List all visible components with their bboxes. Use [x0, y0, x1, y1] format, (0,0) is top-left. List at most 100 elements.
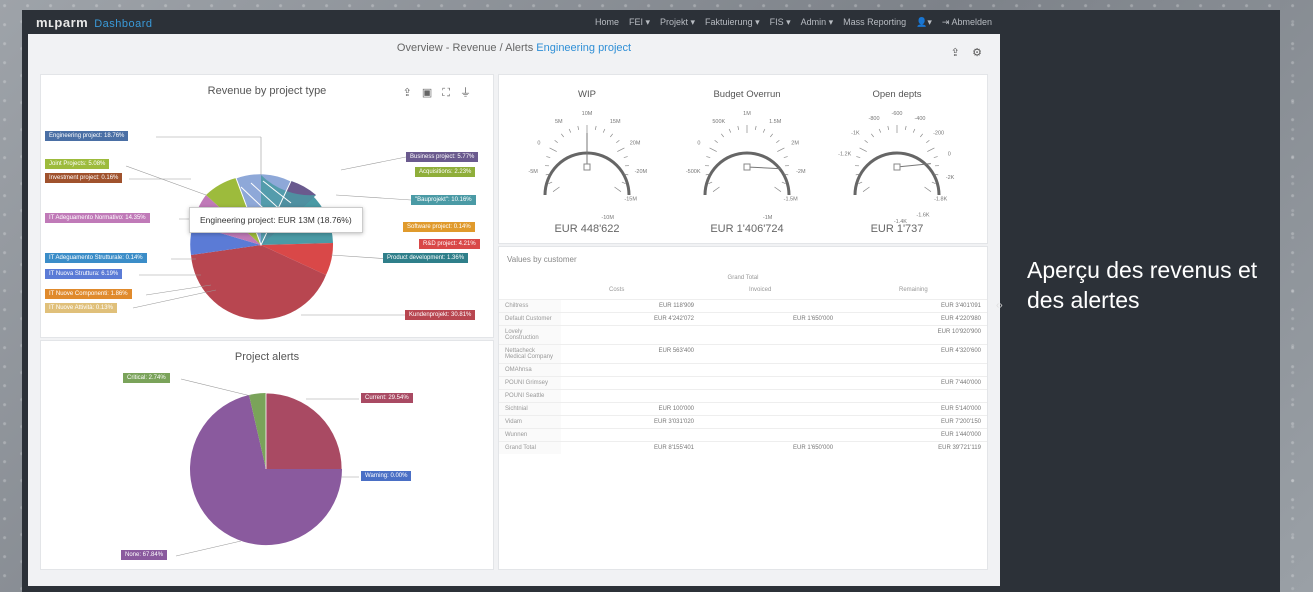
gauge-tick-label: -1.2K [838, 152, 851, 158]
table-row[interactable]: Default Customer EUR 4'242'072 EUR 1'650'0… [499, 312, 987, 326]
pie-label: IT Nuova Struttura: 6.19% [45, 269, 123, 279]
col-header-costs: Costs [609, 287, 625, 293]
pie-label: Joint Projects: 5.08% [45, 159, 110, 169]
nav-item[interactable]: ⇥ Abmelden [942, 17, 992, 28]
pie-label: Current: 29.54% [361, 393, 413, 403]
table-row[interactable]: Lovely Construction EUR 10'920'900 [499, 325, 987, 345]
table-cell-costs: EUR 3'031'020 [561, 415, 701, 429]
revenue-pie[interactable] [190, 173, 334, 320]
pie-label: IT Adeguamento Normativo: 14.35% [45, 213, 150, 223]
table-cell-costs: EUR 118'909 [561, 299, 701, 313]
header-actions: ⇪ ⚙ [951, 46, 982, 59]
values-table-title: Values by customer [507, 255, 577, 264]
top-navbar: mʟparm Dashboard Home FEI ▾ Projekt ▾ Faktui… [28, 12, 1000, 34]
table-cell-costs [561, 325, 701, 345]
nav-item[interactable]: Admin ▾ [801, 17, 834, 28]
gauge-tick-label: 1M [743, 111, 751, 117]
table-cell-name: Wunnen [499, 428, 561, 442]
breadcrumb-link[interactable]: Engineering project [536, 42, 631, 54]
pie-label: Kundenprojekt: 30.81% [405, 310, 476, 320]
pie-label: Business project: 5.77% [406, 152, 479, 162]
table-cell-invoiced [700, 299, 840, 313]
gauge-value: EUR 1'737 [870, 223, 924, 235]
table-cell-name: Grand Total [499, 441, 561, 454]
pie-label: Software project: 0.14% [403, 222, 475, 232]
pie-label: None: 67.84% [121, 550, 168, 560]
table-row[interactable]: Vidam EUR 3'031'020 EUR 7'200'150 [499, 415, 987, 429]
pie-label: Warning: 0.00% [361, 471, 412, 481]
gauge-tick-label: -10M [601, 215, 614, 221]
values-table-card: Values by customer Grand Total Costs Inv… [498, 246, 988, 570]
table-cell-remaining: EUR 4'320'600 [839, 344, 987, 364]
export-icon[interactable]: ⇪ [951, 47, 960, 59]
alerts-pie[interactable] [190, 392, 343, 546]
collapse-handle-icon[interactable]: ‹› [996, 300, 1003, 311]
gauge-value: EUR 1'406'724 [710, 223, 784, 235]
pie-label: IT Nuove Attività: 0.13% [45, 303, 117, 313]
table-cell-remaining: EUR 39'721'119 [839, 441, 987, 454]
alerts-pie-chart [175, 378, 359, 557]
table-cell-costs [561, 389, 701, 403]
pie-label: Acquisitions: 2.23% [415, 167, 476, 177]
nav-item[interactable]: Home [595, 17, 619, 28]
table-cell-costs: EUR 100'000 [561, 402, 701, 416]
main-nav: Home FEI ▾ Projekt ▾ Faktuierung ▾ FIS ▾ Admi… [595, 17, 992, 28]
nav-item[interactable]: Faktuierung ▾ [705, 17, 760, 28]
values-table: Chiltress EUR 118'909 EUR 3'401'091 Default… [499, 299, 987, 454]
gauge-tick-label: -800 [869, 116, 880, 122]
chart-tooltip: Engineering project: EUR 13M (18.76%) [189, 207, 363, 233]
gauge-tick-label: 0 [697, 140, 700, 146]
table-cell-costs: EUR 8'155'401 [561, 441, 701, 454]
table-cell-invoiced [700, 325, 840, 345]
nav-item[interactable]: Mass Reporting [843, 17, 906, 28]
nav-item[interactable]: FIS ▾ [770, 17, 791, 28]
table-cell-remaining: EUR 7'440'000 [839, 376, 987, 390]
nav-item[interactable]: 👤▾ [916, 17, 932, 28]
revenue-card: Revenue by project type ⇪▣⛶⏚ Engineering… [40, 74, 494, 338]
app-logo[interactable]: mʟparm Dashboard [36, 15, 153, 30]
table-cell-remaining: EUR 4'220'980 [839, 312, 987, 326]
table-row[interactable]: POUNI Seattle [499, 389, 987, 403]
parameters-icon[interactable]: ⚙ [972, 47, 982, 59]
nav-item[interactable]: Projekt ▾ [660, 17, 695, 28]
table-cell-name: OMAhnsa [499, 363, 561, 377]
table-cell-invoiced [700, 415, 840, 429]
table-row[interactable]: Wunnen EUR 1'440'000 [499, 428, 987, 442]
gauge-tick-label: -2K [946, 175, 955, 181]
group-header: Grand Total [727, 275, 759, 281]
table-cell-invoiced [700, 402, 840, 416]
gauge-tick-label: -500K [686, 169, 701, 175]
table-row[interactable]: Nettacheck Medical Company EUR 563'400 EUR… [499, 344, 987, 364]
pie-label: Product development: 1.36% [383, 253, 469, 263]
nav-item[interactable]: FEI ▾ [629, 17, 650, 28]
gauge-tick-label: -1.8K [934, 197, 947, 203]
col-header-invoiced: Invoiced [749, 287, 772, 293]
table-row[interactable]: Chiltress EUR 118'909 EUR 3'401'091 [499, 299, 987, 313]
gauge: WIP -5M 0 5M 10M 15M 20M -20M -15M -10M EUR 448'62… [507, 75, 667, 243]
table-row[interactable]: POUNI Grimsey EUR 7'440'000 [499, 376, 987, 390]
table-cell-costs [561, 376, 701, 390]
table-cell-invoiced [700, 389, 840, 403]
dashboard-screen: mʟparm Dashboard Home FEI ▾ Projekt ▾ Faktui… [28, 12, 1000, 586]
table-row[interactable]: Sichtnial EUR 100'000 EUR 5'140'000 [499, 402, 987, 416]
pie-label: IT Nuove Componenti: 1.86% [45, 289, 132, 299]
alerts-card: Project alerts Critical: 2.74% Current: 2… [40, 340, 494, 570]
pie-label: Engineering project: 18.76% [45, 131, 129, 141]
gauge-tick-label: -1.6K [916, 212, 929, 218]
gauges-card: WIP -5M 0 5M 10M 15M 20M -20M -15M -10M EUR 448'62… [498, 74, 988, 244]
gauge-tick-label: 1.5M [769, 119, 782, 125]
table-cell-costs: EUR 563'400 [561, 344, 701, 364]
table-cell-name: POUNI Grimsey [499, 376, 561, 390]
table-cell-invoiced [700, 363, 840, 377]
gauge-tick-label: -1M [763, 215, 773, 221]
gauge-tick-label: 10M [582, 111, 593, 117]
table-cell-remaining: EUR 5'140'000 [839, 402, 987, 416]
table-row[interactable]: OMAhnsa [499, 363, 987, 377]
table-row[interactable]: Grand Total EUR 8'155'401 EUR 1'650'000 EUR… [499, 441, 987, 454]
gauge-tick-label: -15M [624, 197, 637, 203]
gauge-tick-label: 20M [630, 140, 641, 146]
gauge-tick-label: -200 [933, 131, 944, 137]
gauge-value: EUR 448'622 [554, 223, 620, 235]
table-cell-name: Vidam [499, 415, 561, 429]
table-cell-name: Lovely Construction [499, 325, 561, 345]
